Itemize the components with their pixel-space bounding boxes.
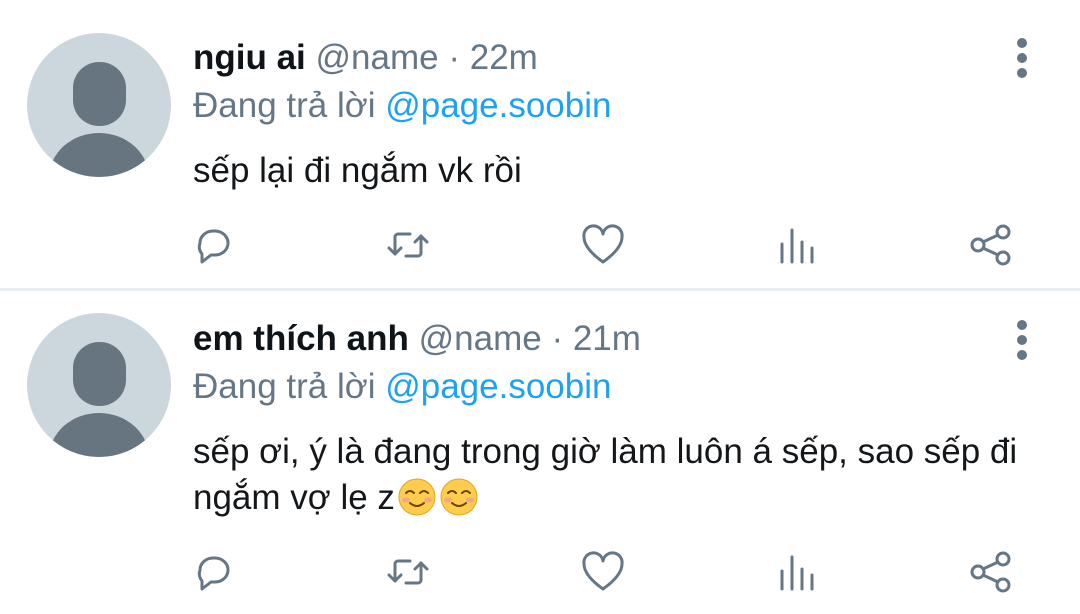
more-options-button[interactable] — [1004, 320, 1040, 360]
mention-link[interactable]: @page.soobin — [385, 86, 611, 125]
action-bar — [0, 214, 1080, 274]
tweet-time[interactable]: 22m — [470, 38, 538, 77]
tweet-text-block: sếp ơi, ý là đang trong giờ làm luôn á s… — [193, 429, 1053, 521]
tweet-text: sếp lại đi ngắm vk rồi — [193, 151, 522, 190]
user-handle[interactable]: @name — [419, 319, 542, 358]
retweet-icon — [387, 232, 429, 258]
avatar-body-shape — [49, 413, 149, 457]
reply-bubble-icon — [197, 229, 230, 264]
share-button[interactable] — [968, 222, 1014, 268]
avatar-head-shape — [73, 62, 126, 126]
heart-icon — [582, 224, 624, 264]
replying-label: Đang trả lời — [193, 86, 376, 125]
user-name[interactable]: ngiu ai — [193, 38, 306, 77]
share-button[interactable] — [968, 549, 1014, 595]
tweet-header: ngiu ai @name · 22m — [193, 36, 538, 80]
retweet-button[interactable] — [385, 222, 431, 268]
share-icon — [970, 224, 1011, 266]
reply-bubble-icon — [197, 556, 230, 591]
replying-label: Đang trả lời — [193, 367, 376, 406]
heart-icon — [582, 551, 624, 591]
replying-to: Đang trả lời @page.soobin — [193, 84, 611, 128]
avatar-body-shape — [49, 133, 149, 177]
more-options-button[interactable] — [1004, 38, 1040, 78]
reply-button[interactable] — [190, 222, 236, 268]
mention-link[interactable]: @page.soobin — [385, 367, 611, 406]
user-handle[interactable]: @name — [316, 38, 439, 77]
separator-dot: · — [551, 319, 564, 358]
reply-button[interactable] — [190, 549, 236, 595]
share-icon — [970, 551, 1011, 593]
retweet-icon — [387, 559, 429, 585]
tweet-header: em thích anh @name · 21m — [193, 317, 641, 361]
analytics-button[interactable] — [774, 549, 820, 595]
analytics-bars-icon — [780, 555, 814, 591]
avatar[interactable] — [27, 33, 171, 177]
user-name[interactable]: em thích anh — [193, 319, 409, 358]
action-bar — [0, 541, 1080, 601]
avatar-head-shape — [73, 342, 126, 406]
tweet-text: sếp ơi, ý là đang trong giờ làm luôn á s… — [193, 432, 1018, 517]
tweet[interactable]: ngiu ai @name · 22m Đang trả lời @page.s… — [0, 0, 1080, 288]
avatar[interactable] — [27, 313, 171, 457]
separator-dot: · — [448, 38, 460, 77]
replying-to: Đang trả lời @page.soobin — [193, 365, 611, 409]
analytics-bars-icon — [780, 228, 814, 264]
smiling-face-emoji — [440, 478, 478, 516]
smiling-face-emoji — [398, 478, 436, 516]
analytics-button[interactable] — [774, 222, 820, 268]
retweet-button[interactable] — [385, 549, 431, 595]
tweet[interactable]: em thích anh @name · 21m Đang trả lời @p… — [0, 291, 1080, 614]
like-button[interactable] — [580, 549, 626, 595]
tweet-time[interactable]: 21m — [573, 319, 641, 358]
like-button[interactable] — [580, 222, 626, 268]
